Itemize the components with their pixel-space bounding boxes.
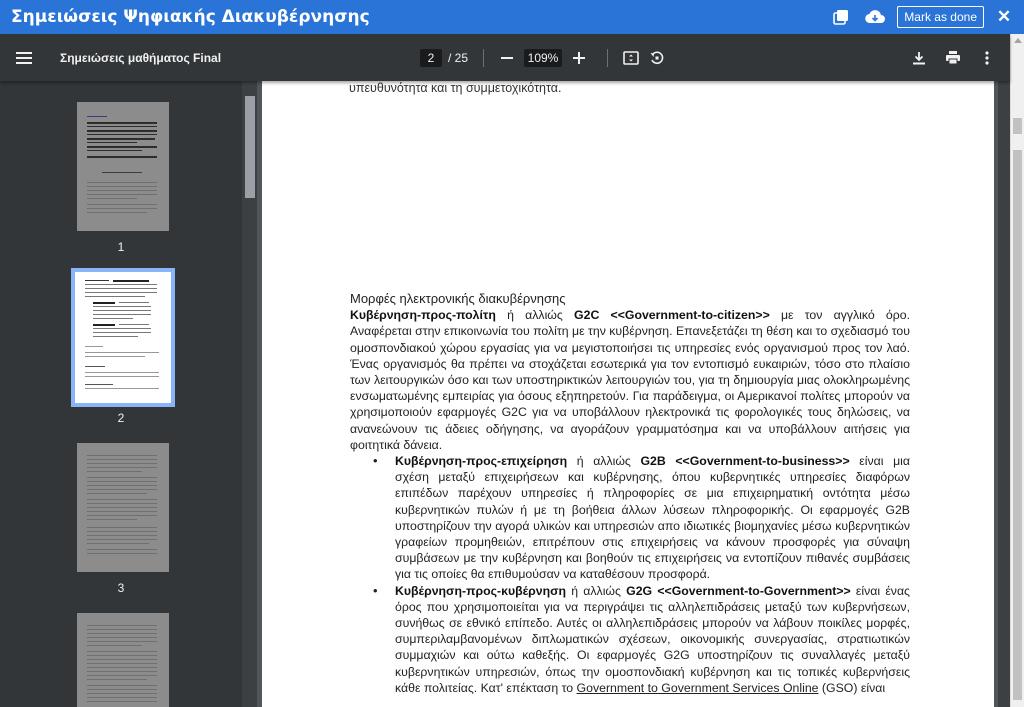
page-total: / 25 <box>448 50 469 65</box>
g2b-body: είναι μια σχέση μεταξύ επιχειρήσεων και … <box>395 454 910 582</box>
list-item: Κυβέρνηση-προς-επιχείρηση ή αλλιώς G2B <… <box>373 453 910 583</box>
print-icon[interactable] <box>940 45 966 71</box>
document-title: Σημειώσεις μαθήματος Final <box>60 50 222 65</box>
app-title: Σημειώσεις Ψηφιακής Διακυβέρνησης <box>11 7 370 27</box>
toolbar-divider <box>607 48 609 67</box>
thumbnail-label: 1 <box>117 240 125 254</box>
page-thumbnail-3[interactable] <box>77 443 169 572</box>
g2c-paragraph: Κυβέρνηση-προς-πολίτη ή αλλιώς G2C <<Gov… <box>350 307 910 453</box>
gso-link[interactable]: Government to Government Services Online <box>577 681 819 695</box>
copy-icon[interactable] <box>829 5 853 29</box>
page-2-content: Μορφές ηλεκτρονικής διακυβέρνησης Κυβέρν… <box>350 291 910 696</box>
cloud-download-icon[interactable] <box>863 5 887 29</box>
g2b-term: Κυβέρνηση-προς-επιχείρηση <box>395 454 568 469</box>
g2b-abbrev: G2B <<Government-to-business>> <box>640 454 850 469</box>
list-item: Κυβέρνηση-προς-κυβέρνηση ή αλλιώς G2G <<… <box>373 583 910 696</box>
download-icon[interactable] <box>906 45 932 71</box>
close-button[interactable]: ✕ <box>996 7 1012 27</box>
section-heading: Μορφές ηλεκτρονικής διακυβέρνησης <box>350 291 566 306</box>
sidebar-scrollbar-thumb[interactable] <box>245 96 255 198</box>
pdf-toolbar: Σημειώσεις μαθήματος Final 2 / 25 109% <box>0 34 1010 81</box>
zoom-in-button[interactable] <box>566 45 592 71</box>
bullet-list: Κυβέρνηση-προς-επιχείρηση ή αλλιώς G2B <… <box>373 453 910 696</box>
document-scrollbar[interactable] <box>998 81 1010 707</box>
zoom-level-input[interactable]: 109% <box>524 48 563 67</box>
menu-icon[interactable] <box>0 51 48 64</box>
window-scrollbar-thumb[interactable] <box>1013 118 1022 134</box>
g2c-term: Κυβέρνηση-προς-πολίτη <box>350 308 496 323</box>
page-number-input[interactable]: 2 <box>420 48 442 67</box>
thumbnail-label: 2 <box>117 411 125 425</box>
document-view: υπευθυνότητα και τη συμμετοχικότητα. Μορ… <box>257 81 998 707</box>
more-options-icon[interactable] <box>974 45 1000 71</box>
g2g-connector: ή αλλιώς <box>566 583 627 598</box>
mark-as-done-button[interactable]: Mark as done <box>897 6 984 28</box>
app-title-bar: Σημειώσεις Ψηφιακής Διακυβέρνησης Mark a… <box>0 0 1024 34</box>
window-scrollbar[interactable] <box>1010 34 1024 707</box>
thumbnail-label: 3 <box>117 581 125 595</box>
g2c-abbrev: G2C <<Government-to-citizen>> <box>574 308 770 323</box>
page-1-tail-text: υπευθυνότητα και τη συμμετοχικότητα. <box>349 81 562 95</box>
scroll-up-arrow-icon[interactable] <box>1014 38 1022 43</box>
page-thumbnail-4[interactable] <box>77 613 169 707</box>
toolbar-divider <box>483 48 485 67</box>
g2g-term: Κυβέρνηση-προς-κυβέρνηση <box>395 583 567 598</box>
rotate-icon[interactable] <box>644 45 670 71</box>
g2g-abbrev: G2G <<Government-to-Government>> <box>626 583 851 598</box>
g2g-body-end: (GSO) είναι <box>818 680 886 695</box>
fit-page-icon[interactable] <box>618 45 644 71</box>
g2g-body: είναι ένας όρος που χρησιμοποιείται για … <box>395 583 910 695</box>
page-thumbnail-2[interactable] <box>75 272 171 403</box>
g2c-body: με τον αγγλικό όρο. Αναφέρεται στην επικ… <box>350 308 910 452</box>
window-scrollbar-track[interactable] <box>1013 150 1022 700</box>
g2c-connector: ή αλλιώς <box>495 308 575 323</box>
g2b-connector: ή αλλιώς <box>567 454 641 469</box>
thumbnail-sidebar: 1 2 3 <box>0 81 242 707</box>
pdf-page-2: Μορφές ηλεκτρονικής διακυβέρνησης Κυβέρν… <box>262 201 994 707</box>
zoom-out-button[interactable] <box>494 45 520 71</box>
page-thumbnail-1[interactable] <box>77 102 169 231</box>
